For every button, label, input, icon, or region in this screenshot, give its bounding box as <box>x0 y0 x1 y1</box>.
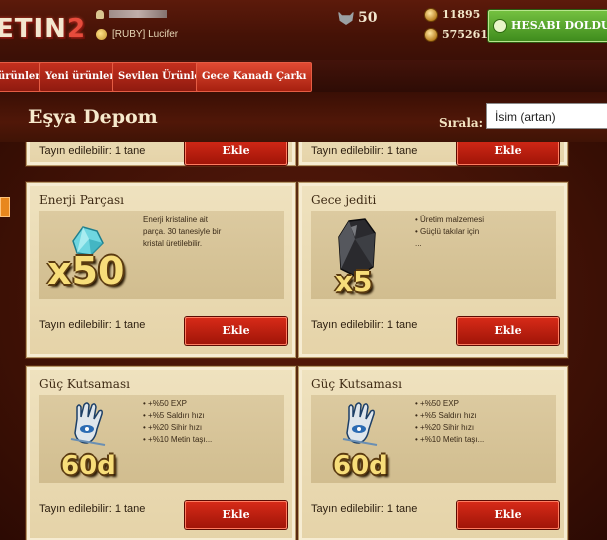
description-line: • +%20 Sihir hızı <box>415 423 475 432</box>
username-row <box>96 9 167 20</box>
item-preview: 60d • +%50 EXP • +%5 Saldırı hızı • +%20… <box>311 395 556 483</box>
item-grid: Tayın edilebilir: 1 tane Ekle Tayın edil… <box>0 142 607 540</box>
add-button[interactable]: Ekle <box>185 317 287 345</box>
coin-icon <box>424 28 438 42</box>
description-line: • +%5 Saldırı hızı <box>143 411 205 420</box>
item-card: Enerji Parçası x50 Enerji kristaline ait… <box>26 182 296 358</box>
item-card: Gece jediti x5 • Üretim malzemesi • Güçl… <box>298 182 568 358</box>
description-line: • +%10 Metin taşı... <box>415 435 485 444</box>
tab-new-products[interactable]: Yeni ürünler <box>39 62 121 92</box>
user-icon <box>96 9 104 19</box>
item-title: Enerji Parçası <box>39 193 124 207</box>
description-line: • +%50 EXP <box>143 399 187 408</box>
description-line: • +%10 Metin taşı... <box>143 435 213 444</box>
description-line: Enerji kristaline ait <box>143 215 208 224</box>
add-button[interactable]: Ekle <box>185 142 287 165</box>
item-title: Gece jediti <box>311 193 377 207</box>
tradable-text: Tayın edilebilir: 1 tane <box>39 145 146 157</box>
top-up-button[interactable]: HESABI DOLDUR <box>488 10 607 42</box>
item-preview: 60d • +%50 EXP • +%5 Saldırı hızı • +%20… <box>39 395 284 483</box>
item-description: Enerji kristaline ait parça. 30 tanesiyl… <box>143 214 279 250</box>
tradable-text: Tayın edilebilir: 1 tane <box>311 503 418 515</box>
coin-icon <box>493 19 507 33</box>
coin-balance-secondary: 575261 <box>424 28 488 42</box>
quantity-badge: 60d <box>61 451 116 481</box>
coin-amount-secondary: 575261 <box>442 28 488 41</box>
server-globe-icon <box>96 29 107 40</box>
add-button[interactable]: Ekle <box>457 317 559 345</box>
item-card-partial: Tayın edilebilir: 1 tane Ekle <box>26 142 296 166</box>
guild-name: [RUBY] Lucifer <box>112 29 179 41</box>
sort-select[interactable]: İsim (artan) <box>486 103 607 129</box>
quantity-badge: x50 <box>47 249 125 293</box>
game-logo[interactable]: ETIN2 <box>0 6 86 52</box>
logo-number: 2 <box>66 14 87 44</box>
coin-amount-primary: 11895 <box>442 8 481 21</box>
add-button[interactable]: Ekle <box>457 501 559 529</box>
hamsa-blessing-icon <box>70 402 106 446</box>
tradable-text: Tayın edilebilir: 1 tane <box>311 319 418 331</box>
description-line: parça. 30 tanesiyle bir <box>143 227 222 236</box>
tab-nightwing-wheel[interactable]: Gece Kanadı Çarkı <box>196 62 313 92</box>
top-up-label: HESABI DOLDUR <box>511 19 607 32</box>
coin-balance-primary: 11895 <box>424 8 480 22</box>
item-description: • +%50 EXP • +%5 Saldırı hızı • +%20 Sih… <box>415 398 551 446</box>
description-line: • Güçlü takılar için <box>415 227 480 236</box>
wolf-counter: 50 <box>338 10 377 26</box>
item-preview: x50 Enerji kristaline ait parça. 30 tane… <box>39 211 284 299</box>
quantity-badge: x5 <box>335 265 373 298</box>
description-line: kristal üretilebilir. <box>143 239 203 248</box>
coin-icon <box>424 8 438 22</box>
description-line: • +%50 EXP <box>415 399 459 408</box>
item-card: Güç Kutsaması 60d • +%50 EXP • +%5 Saldı… <box>298 366 568 540</box>
guild-row: [RUBY] Lucifer <box>96 29 178 40</box>
item-preview: x5 • Üretim malzemesi • Güçlü takılar iç… <box>311 211 556 299</box>
add-button[interactable]: Ekle <box>457 142 559 165</box>
tradable-text: Tayın edilebilir: 1 tane <box>39 503 146 515</box>
item-title: Güç Kutsaması <box>39 377 130 391</box>
item-description: • +%50 EXP • +%5 Saldırı hızı • +%20 Sih… <box>143 398 279 446</box>
tradable-text: Tayın edilebilir: 1 tane <box>39 319 146 331</box>
add-button[interactable]: Ekle <box>185 501 287 529</box>
side-tab-handle[interactable] <box>0 197 10 217</box>
description-line: • +%20 Sihir hızı <box>143 423 203 432</box>
description-line: • +%5 Saldırı hızı <box>415 411 477 420</box>
hamsa-blessing-icon <box>342 402 378 446</box>
blurred-username <box>109 10 167 19</box>
item-card: Güç Kutsaması 60d • +%50 EXP • +%5 Saldı… <box>26 366 296 540</box>
description-line: ... <box>415 239 422 248</box>
item-title: Güç Kutsaması <box>311 377 402 391</box>
quantity-badge: 60d <box>333 451 388 481</box>
wolf-count: 50 <box>358 10 378 26</box>
logo-text: ETIN <box>0 14 67 44</box>
page-title: Eşya Depom <box>28 106 158 128</box>
item-card-partial: Tayın edilebilir: 1 tane Ekle <box>298 142 568 166</box>
description-line: • Üretim malzemesi <box>415 215 485 224</box>
sort-label: Sırala: <box>439 116 484 130</box>
tradable-text: Tayın edilebilir: 1 tane <box>311 145 418 157</box>
wolf-icon <box>338 11 354 25</box>
item-description: • Üretim malzemesi • Güçlü takılar için … <box>415 214 551 250</box>
